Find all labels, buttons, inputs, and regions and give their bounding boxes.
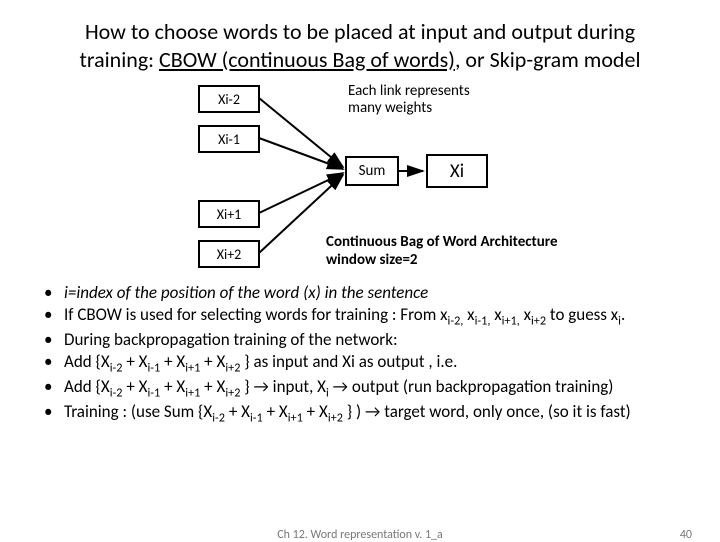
input-box-xi-1: Xi-1 xyxy=(198,125,260,153)
slide-title: How to choose words to be placed at inpu… xyxy=(38,18,682,73)
bullet-2: If CBOW is used for selecting words for … xyxy=(64,305,682,329)
sum-box: Sum xyxy=(345,156,399,186)
bullet-3: During backpropagation training of the n… xyxy=(64,330,682,351)
output-box-xi: Xi xyxy=(426,154,488,188)
title-underline: CBOW (continuous Bag of words) xyxy=(159,46,455,73)
input-box-xi+2: Xi+2 xyxy=(198,240,260,268)
input-box-xi-2: Xi-2 xyxy=(198,85,260,113)
bullet-5: Add {Xi-2 + Xi-1 + Xi+1 + Xi+2 } → input… xyxy=(64,377,682,401)
bullet-1: i=index of the position of the word (x) … xyxy=(64,283,682,304)
input-box-xi+1: Xi+1 xyxy=(198,200,260,228)
title-line2-post: , or Skip-gram model xyxy=(455,46,641,73)
title-line2-pre: training: xyxy=(79,46,159,73)
architecture-label: Continuous Bag of Word Architecture wind… xyxy=(326,233,558,269)
title-line1: How to choose words to be placed at inpu… xyxy=(85,18,635,45)
cbow-diagram: Xi-2 Xi-1 Xi+1 Xi+2 Sum Xi Each link rep… xyxy=(38,83,682,283)
link-note: Each link represents many weights xyxy=(348,83,470,118)
bullet-4: Add {Xi-2 + Xi-1 + Xi+1 + Xi+2 } as inpu… xyxy=(64,352,682,376)
bullet-list: i=index of the position of the word (x) … xyxy=(38,283,682,427)
bullet-6: Training : (use Sum {Xi-2 + Xi-1 + Xi+1 … xyxy=(64,402,682,426)
